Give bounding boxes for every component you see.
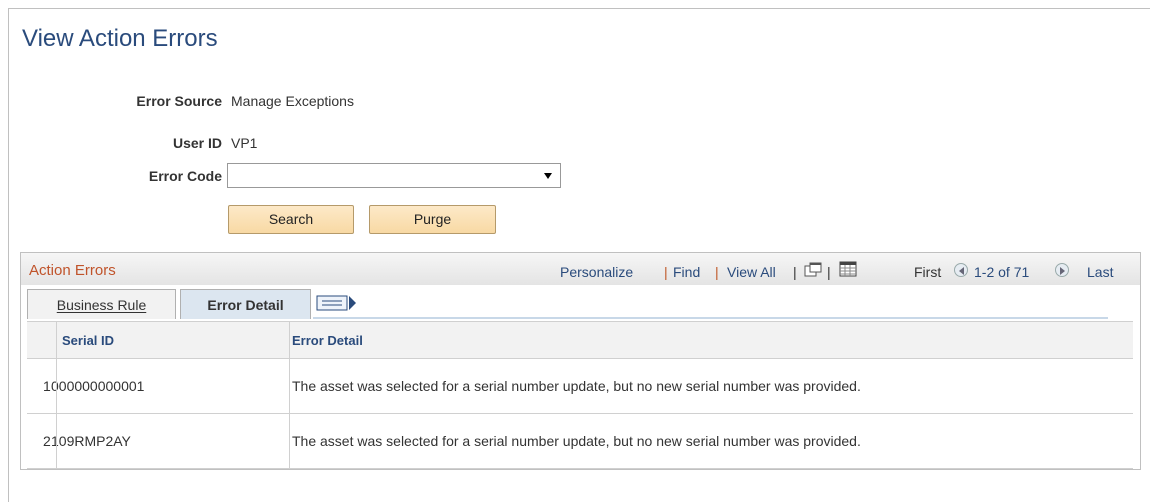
row-number: 2 [43,433,51,449]
error-detail-cell: The asset was selected for a serial numb… [292,378,861,394]
nav-separator: | [793,264,797,280]
column-header-serial-id[interactable]: Serial ID [62,333,114,348]
user-id-value: VP1 [231,135,258,151]
search-button[interactable]: Search [228,205,354,234]
tab-business-rule[interactable]: Business Rule [27,289,176,319]
column-divider [56,321,57,469]
nav-separator: | [715,264,719,280]
error-source-label: Error Source [136,93,222,109]
find-link[interactable]: Find [673,264,700,280]
error-detail-cell: The asset was selected for a serial numb… [292,433,861,449]
spreadsheet-icon[interactable] [839,261,857,282]
error-code-label: Error Code [148,168,222,184]
view-all-link[interactable]: View All [727,264,776,280]
nav-separator: | [664,264,668,280]
show-all-columns-icon[interactable] [315,293,359,313]
personalize-link[interactable]: Personalize [560,264,633,280]
action-errors-grid: Action Errors Personalize | Find | View … [20,252,1141,470]
column-header-error-detail[interactable]: Error Detail [292,333,363,348]
purge-button[interactable]: Purge [369,205,496,234]
last-link[interactable]: Last [1087,264,1113,280]
grid-title: Action Errors [29,262,116,279]
table-row: 2 109RMP2AY The asset was selected for a… [27,414,1133,469]
next-arrow-icon[interactable] [1055,263,1069,277]
grid-header: Action Errors Personalize | Find | View … [21,253,1140,285]
user-id-label: User ID [172,135,222,151]
column-divider [289,321,290,469]
error-code-select[interactable] [227,163,561,188]
row-number: 1 [43,378,51,394]
first-label: First [914,264,942,280]
pagination-range: 1-2 of 71 [974,264,1030,280]
previous-arrow-icon[interactable] [954,263,968,277]
tab-error-detail[interactable]: Error Detail [180,289,311,319]
dropdown-arrow-icon[interactable] [544,173,552,179]
grid-column-headers: Serial ID Error Detail [27,321,1133,359]
serial-id-cell: 109RMP2AY [51,433,131,449]
table-row: 1 000000000001 The asset was selected fo… [27,359,1133,414]
serial-id-cell: 000000000001 [51,378,145,394]
new-window-icon[interactable] [804,262,822,283]
tab-label: Business Rule [56,297,147,313]
nav-separator: | [827,264,831,280]
page-title: View Action Errors [22,25,218,52]
error-source-value: Manage Exceptions [231,93,354,109]
tab-label: Error Detail [207,297,284,313]
tab-divider [313,317,1108,319]
